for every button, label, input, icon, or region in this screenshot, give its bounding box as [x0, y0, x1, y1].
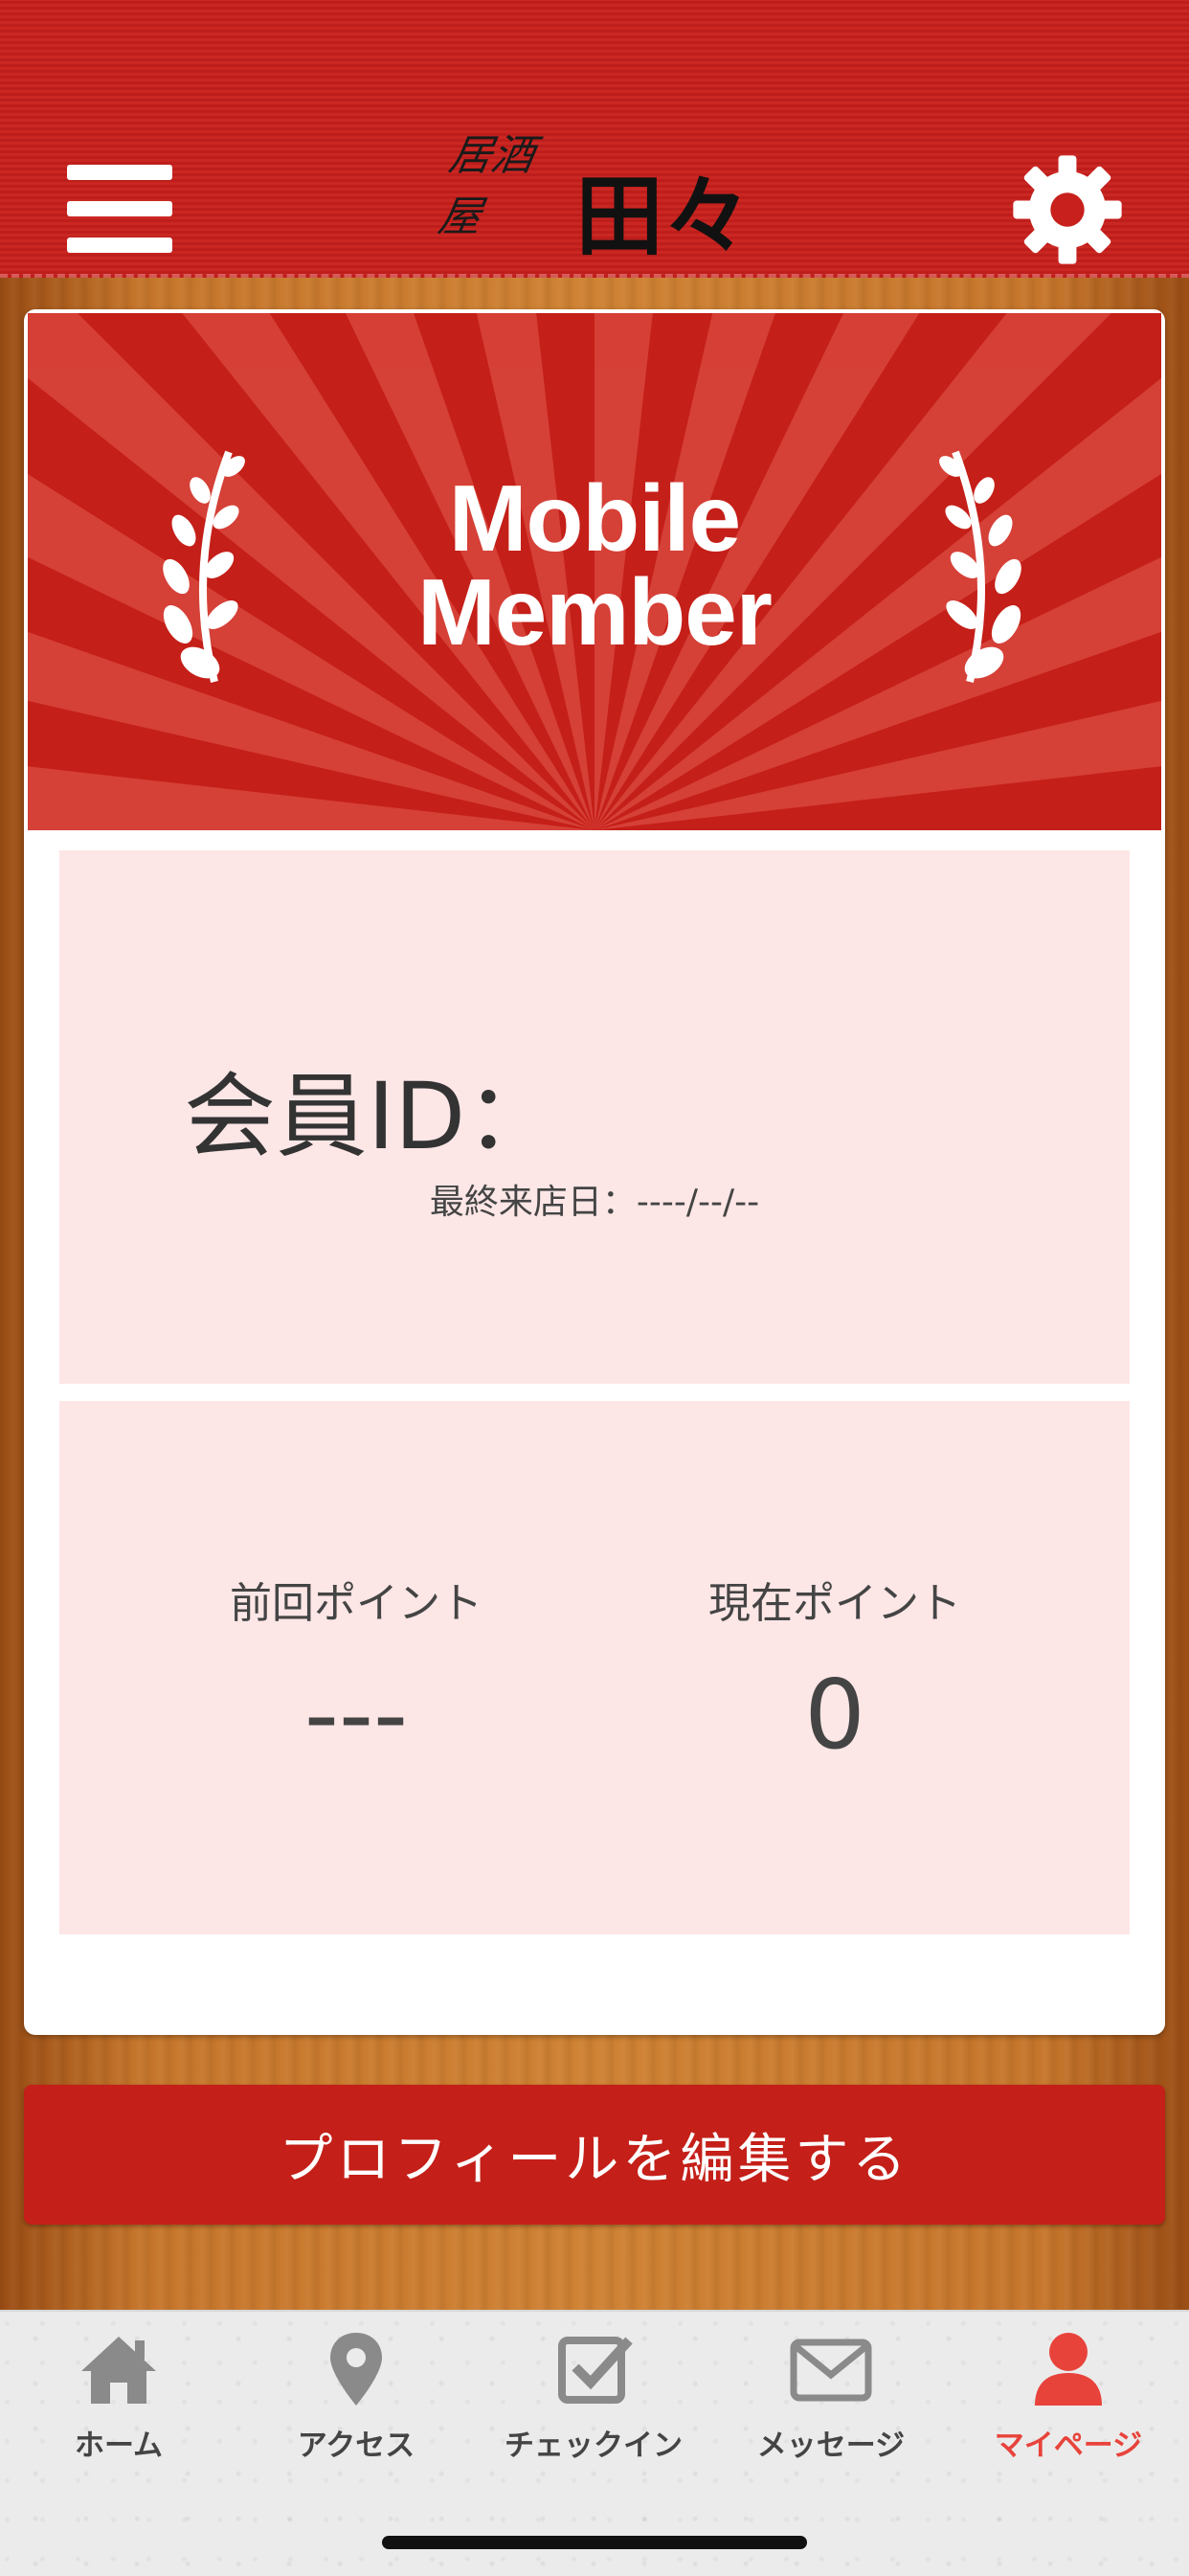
app-header: 居酒屋 田々 [0, 0, 1189, 278]
tab-message[interactable]: メッセージ [712, 2331, 950, 2494]
envelope-icon [790, 2339, 872, 2402]
tab-message-label: メッセージ [756, 2429, 906, 2463]
tab-mypage[interactable]: マイページ [950, 2331, 1187, 2494]
store-logo: 居酒屋 田々 [435, 131, 752, 268]
member-info-panel: 会員ID： 最終来店日：----/--/-- [59, 850, 1130, 1384]
points-panel: 前回ポイント --- 現在ポイント 0 [59, 1401, 1130, 1934]
tab-access[interactable]: アクセス [237, 2331, 475, 2494]
checkbox-icon [558, 2337, 633, 2404]
tab-access-label: アクセス [297, 2429, 415, 2463]
current-points-value: 0 [804, 1659, 865, 1771]
home-indicator[interactable] [382, 2536, 807, 2549]
banner-title-line1: Mobile [448, 465, 741, 571]
logo-main-text: 田々 [574, 165, 752, 268]
tab-checkin-label: チェックイン [505, 2429, 683, 2463]
map-pin-icon [330, 2333, 382, 2406]
banner-title: Mobile Member [28, 471, 1161, 659]
previous-points-label: 前回ポイント [230, 1579, 482, 1628]
logo-small-text: 居酒屋 [435, 131, 539, 241]
tab-checkin[interactable]: チェックイン [475, 2331, 712, 2494]
previous-points-value: --- [303, 1659, 409, 1771]
current-points-label: 現在ポイント [708, 1579, 961, 1628]
member-id-label: 会員ID： [184, 1063, 558, 1170]
tab-home[interactable]: ホーム [0, 2331, 237, 2494]
home-icon [81, 2337, 156, 2404]
tab-home-label: ホーム [74, 2429, 164, 2463]
last-visit-date: 最終来店日：----/--/-- [429, 1183, 760, 1222]
previous-points: 前回ポイント --- [117, 1569, 595, 1771]
tab-mypage-label: マイページ [994, 2429, 1143, 2463]
gear-icon[interactable] [1011, 153, 1124, 266]
current-points: 現在ポイント 0 [595, 1569, 1074, 1771]
edit-profile-button[interactable]: プロフィールを編集する [24, 2085, 1165, 2225]
hamburger-menu-icon[interactable] [67, 165, 172, 253]
member-card: Mobile Member 会員ID： 最終来店日：----/--/-- 前回ポ… [24, 309, 1165, 2035]
banner-title-line2: Member [417, 559, 773, 665]
user-icon [1035, 2333, 1102, 2406]
mobile-member-banner: Mobile Member [28, 313, 1161, 830]
